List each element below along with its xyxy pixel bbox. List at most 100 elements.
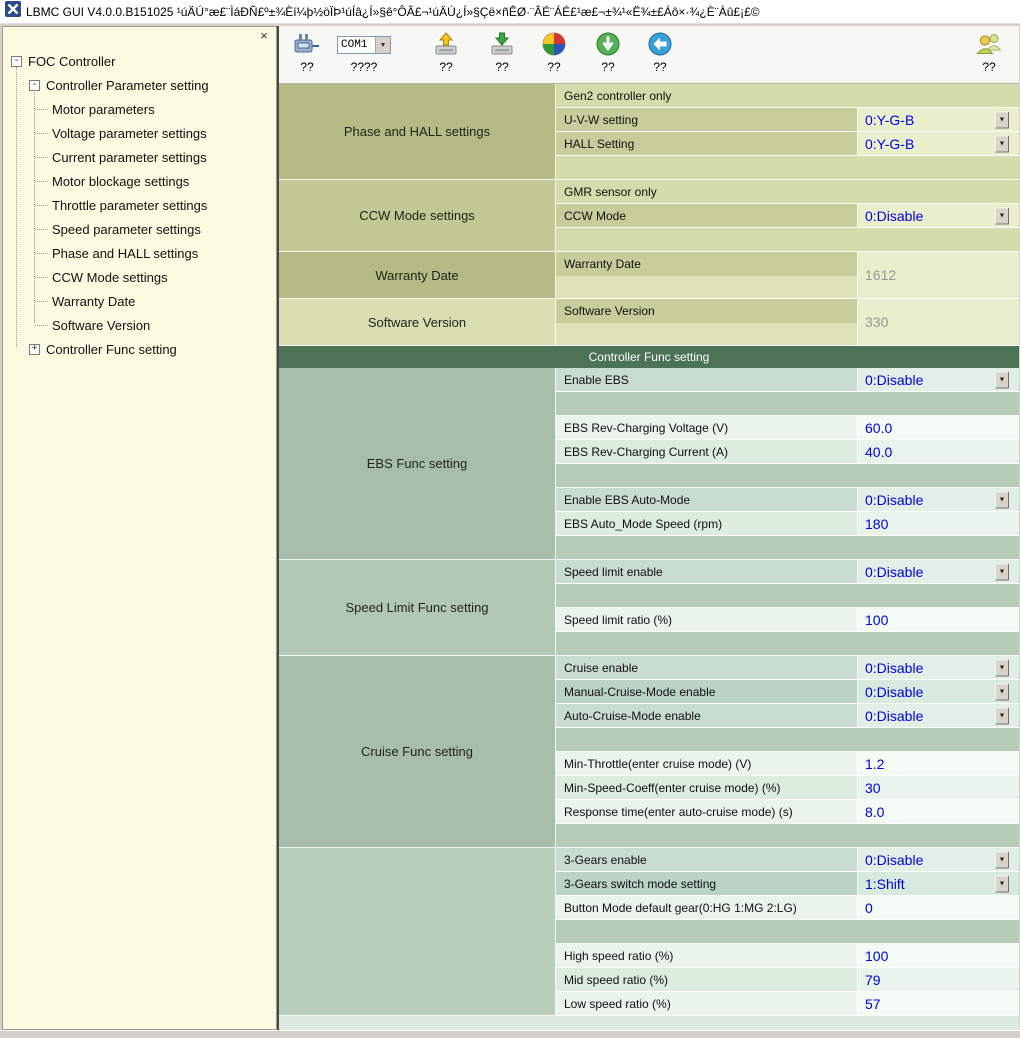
param-value-cell[interactable]: 0:Disable ▼ [858, 368, 1019, 391]
tree-item-throttle-parameter-settings[interactable]: Throttle parameter settings [3, 193, 276, 217]
export-params-button[interactable]: ?? [647, 30, 673, 74]
group-label-cell: Software Version [279, 299, 556, 346]
tree-item-ccw-mode-settings[interactable]: CCW Mode settings [3, 265, 276, 289]
param-value-cell[interactable]: 1:Shift ▼ [858, 872, 1019, 895]
param-label: Min-Throttle(enter cruise mode) (V) [564, 757, 751, 771]
param-value[interactable]: 8.0 [865, 804, 884, 820]
import-params-button[interactable]: ?? [595, 30, 621, 74]
dropdown-button[interactable]: ▼ [995, 707, 1009, 724]
param-value-cell[interactable]: 0:Disable ▼ [858, 848, 1019, 871]
param-label-cell: 3-Gears enable [556, 848, 858, 871]
spacer-row [556, 824, 1019, 848]
tree-item-phase-and-hall-settings[interactable]: Phase and HALL settings [3, 241, 276, 265]
tree-item-label: Speed parameter settings [52, 222, 201, 237]
param-value[interactable]: 100 [865, 948, 888, 964]
default-params-button[interactable]: ?? [541, 30, 567, 74]
tree-item-controller-parameter-setting[interactable]: -Controller Parameter setting [3, 73, 276, 97]
param-value[interactable]: 0:Disable [865, 684, 923, 700]
param-value-cell[interactable]: 1.2 [858, 752, 1019, 775]
param-value[interactable]: 0:Disable [865, 208, 923, 224]
param-value-cell[interactable]: 0:Y-G-B ▼ [858, 108, 1019, 131]
write-params-button[interactable]: ?? [489, 30, 515, 74]
info-label: Gen2 controller only [564, 89, 671, 103]
param-value-cell[interactable]: 0:Disable ▼ [858, 656, 1019, 679]
param-label-cell: Speed limit ratio (%) [556, 608, 858, 631]
group-rows: Software Version330 [556, 299, 1019, 346]
param-value[interactable]: 1.2 [865, 756, 884, 772]
blue-arrow-circle-icon [647, 30, 673, 58]
tree-item-speed-parameter-settings[interactable]: Speed parameter settings [3, 217, 276, 241]
param-value-cell[interactable]: 0:Disable ▼ [858, 680, 1019, 703]
param-value[interactable]: 40.0 [865, 444, 892, 460]
tree-item-motor-blockage-settings[interactable]: Motor blockage settings [3, 169, 276, 193]
dropdown-button[interactable]: ▼ [995, 491, 1009, 508]
dropdown-button[interactable]: ▼ [995, 851, 1009, 868]
param-value[interactable]: 60.0 [865, 420, 892, 436]
panel-close-button[interactable]: × [257, 29, 271, 43]
group-label: CCW Mode settings [359, 208, 475, 223]
param-value-cell[interactable]: 79 [858, 968, 1019, 991]
param-value-cell[interactable]: 60.0 [858, 416, 1019, 439]
param-value[interactable]: 1:Shift [865, 876, 905, 892]
param-value[interactable]: 0:Disable [865, 564, 923, 580]
tree-item-motor-parameters[interactable]: Motor parameters [3, 97, 276, 121]
dropdown-button[interactable]: ▼ [995, 207, 1009, 224]
read-params-button[interactable]: ?? [433, 30, 459, 74]
param-value-cell[interactable]: 0:Y-G-B ▼ [858, 132, 1019, 155]
dropdown-button[interactable]: ▼ [995, 683, 1009, 700]
param-value-cell[interactable]: 180 [858, 512, 1019, 535]
param-value-cell[interactable]: 0:Disable ▼ [858, 560, 1019, 583]
param-value-cell[interactable]: 0:Disable ▼ [858, 488, 1019, 511]
param-value[interactable]: 0 [865, 900, 873, 916]
dropdown-button[interactable]: ▼ [995, 563, 1009, 580]
dropdown-button[interactable]: ▼ [995, 111, 1009, 128]
users-button[interactable]: ?? [975, 30, 1003, 74]
dropdown-button[interactable]: ▼ [995, 659, 1009, 676]
param-value[interactable]: 0:Disable [865, 852, 923, 868]
param-value[interactable]: 0:Y-G-B [865, 136, 914, 152]
spacer-row [556, 584, 1019, 608]
param-row: Auto-Cruise-Mode enable0:Disable▼ [556, 704, 1019, 728]
param-value[interactable]: 0:Disable [865, 660, 923, 676]
dropdown-button[interactable]: ▼ [995, 875, 1009, 892]
param-row: Software Version330 [556, 299, 1019, 346]
param-value[interactable]: 57 [865, 996, 881, 1012]
tree-item-warranty-date[interactable]: Warranty Date [3, 289, 276, 313]
param-value[interactable]: 30 [865, 780, 881, 796]
param-value-cell[interactable]: 0:Disable ▼ [858, 704, 1019, 727]
tree-item-software-version[interactable]: Software Version [3, 313, 276, 337]
connect-button[interactable]: ?? [293, 30, 321, 74]
tree-item-label: Voltage parameter settings [52, 126, 207, 141]
dropdown-button[interactable]: ▼ [995, 135, 1009, 152]
group-label-cell: EBS Func setting [279, 368, 556, 560]
titlebar: LBMC GUI V4.0.0.B151025 ¹úÄÚ°æ£¨ÌáÐÑ£º±¾… [0, 0, 1020, 24]
com-port-select[interactable]: COM1▼ [337, 36, 391, 54]
param-value-cell[interactable]: 100 [858, 944, 1019, 967]
param-value-cell[interactable]: 100 [858, 608, 1019, 631]
param-value-cell[interactable]: 8.0 [858, 800, 1019, 823]
param-value[interactable]: 0:Y-G-B [865, 112, 914, 128]
param-value[interactable]: 79 [865, 972, 881, 988]
dropdown-button[interactable]: ▼ [995, 371, 1009, 388]
chevron-down-icon[interactable]: ▼ [375, 37, 390, 53]
param-value[interactable]: 0:Disable [865, 708, 923, 724]
tree-item-label: Motor parameters [52, 102, 155, 117]
param-value-cell[interactable]: 0:Disable ▼ [858, 204, 1019, 227]
param-value[interactable]: 180 [865, 516, 888, 532]
param-value-cell[interactable]: 0 [858, 896, 1019, 919]
param-value-cell[interactable]: 57 [858, 992, 1019, 1015]
collapse-icon[interactable]: - [29, 80, 40, 91]
param-value-cell[interactable]: 40.0 [858, 440, 1019, 463]
param-value[interactable]: 0:Disable [865, 372, 923, 388]
tree-item-voltage-parameter-settings[interactable]: Voltage parameter settings [3, 121, 276, 145]
param-label-cell: Mid speed ratio (%) [556, 968, 858, 991]
param-value[interactable]: 100 [865, 612, 888, 628]
param-row: Response time(enter auto-cruise mode) (s… [556, 800, 1019, 824]
tree-item-controller-func-setting[interactable]: +Controller Func setting [3, 337, 276, 361]
param-value[interactable]: 0:Disable [865, 492, 923, 508]
tree-item-foc-controller[interactable]: -FOC Controller [3, 49, 276, 73]
tree-item-current-parameter-settings[interactable]: Current parameter settings [3, 145, 276, 169]
expand-icon[interactable]: + [29, 344, 40, 355]
param-value-cell[interactable]: 30 [858, 776, 1019, 799]
collapse-icon[interactable]: - [11, 56, 22, 67]
